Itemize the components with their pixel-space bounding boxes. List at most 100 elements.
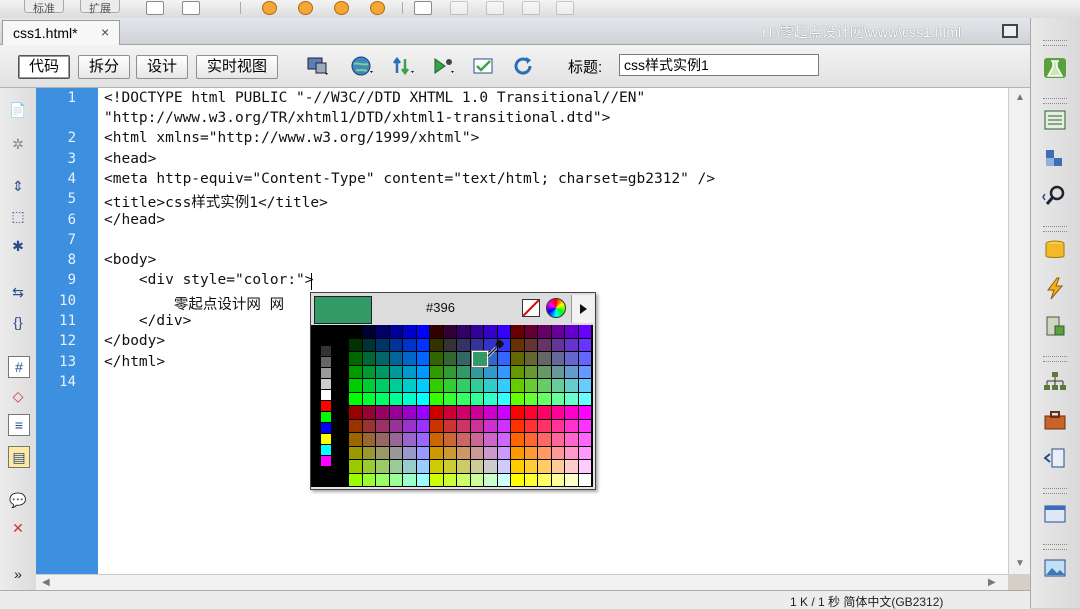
color-swatch[interactable] <box>538 365 552 379</box>
color-swatch[interactable] <box>321 335 332 346</box>
color-swatch[interactable] <box>511 473 525 487</box>
color-swatch[interactable] <box>578 419 592 433</box>
color-swatch[interactable] <box>403 325 417 339</box>
color-swatch[interactable] <box>416 406 430 420</box>
scroll-down-icon[interactable]: ▼ <box>1015 558 1025 569</box>
color-swatch[interactable] <box>484 419 498 433</box>
color-swatch[interactable] <box>443 419 457 433</box>
color-swatch[interactable] <box>470 433 484 447</box>
color-swatch[interactable] <box>321 357 332 368</box>
color-swatch[interactable] <box>551 473 565 487</box>
braces-icon[interactable]: {} <box>8 312 28 332</box>
color-swatch[interactable] <box>403 338 417 352</box>
color-swatch[interactable] <box>497 419 511 433</box>
file-icon[interactable]: 📄 <box>8 100 28 120</box>
color-swatch[interactable] <box>565 419 579 433</box>
color-swatch[interactable] <box>430 446 444 460</box>
color-swatch[interactable] <box>538 419 552 433</box>
color-swatch[interactable] <box>470 325 484 339</box>
color-swatch[interactable] <box>376 433 390 447</box>
color-swatch[interactable] <box>524 365 538 379</box>
color-swatch[interactable] <box>416 365 430 379</box>
color-swatch[interactable] <box>416 433 430 447</box>
color-swatch[interactable] <box>430 392 444 406</box>
color-swatch[interactable] <box>524 433 538 447</box>
color-swatch[interactable] <box>416 446 430 460</box>
color-swatch[interactable] <box>321 434 332 445</box>
sitemap-icon[interactable] <box>1042 370 1068 394</box>
color-swatch[interactable] <box>321 346 332 357</box>
color-swatch[interactable] <box>416 338 430 352</box>
scroll-right-icon[interactable]: ▶ <box>988 577 996 588</box>
color-swatch[interactable] <box>376 379 390 393</box>
toolbox-icon[interactable] <box>1042 408 1068 432</box>
color-swatch[interactable] <box>524 379 538 393</box>
color-swatch[interactable] <box>470 473 484 487</box>
color-swatch[interactable] <box>376 446 390 460</box>
color-swatch[interactable] <box>511 433 525 447</box>
color-swatch[interactable] <box>578 433 592 447</box>
color-swatch[interactable] <box>578 379 592 393</box>
color-swatch[interactable] <box>538 392 552 406</box>
color-swatch[interactable] <box>362 473 376 487</box>
restore-window-icon[interactable] <box>1002 24 1018 38</box>
document-tab[interactable]: css1.html* × <box>2 20 120 45</box>
color-swatch[interactable] <box>551 379 565 393</box>
color-swatch[interactable] <box>376 325 390 339</box>
history-icon[interactable] <box>1042 446 1068 470</box>
color-swatch[interactable] <box>578 352 592 366</box>
color-swatch[interactable] <box>349 406 363 420</box>
color-swatch[interactable] <box>430 325 444 339</box>
color-swatch[interactable] <box>511 352 525 366</box>
css-styles-icon[interactable] <box>1042 108 1068 132</box>
color-swatch[interactable] <box>457 446 471 460</box>
color-swatch[interactable] <box>321 401 332 412</box>
color-swatch[interactable] <box>403 446 417 460</box>
select-tag-icon[interactable]: ⬚ <box>8 206 28 226</box>
refresh-icon[interactable] <box>512 55 536 77</box>
color-swatch[interactable] <box>416 379 430 393</box>
color-swatch[interactable] <box>403 473 417 487</box>
color-swatch[interactable] <box>551 392 565 406</box>
color-swatch[interactable] <box>443 365 457 379</box>
color-swatch[interactable] <box>430 365 444 379</box>
color-swatch[interactable] <box>470 446 484 460</box>
color-swatch[interactable] <box>551 460 565 474</box>
color-swatch[interactable] <box>349 460 363 474</box>
validate-icon[interactable] <box>472 55 496 77</box>
color-swatch[interactable] <box>578 365 592 379</box>
preview-globe-icon[interactable] <box>350 55 374 77</box>
color-swatch[interactable] <box>497 379 511 393</box>
close-icon[interactable]: × <box>101 24 109 40</box>
color-swatch[interactable] <box>416 419 430 433</box>
color-swatch[interactable] <box>524 352 538 366</box>
color-swatch[interactable] <box>565 473 579 487</box>
horizontal-scrollbar[interactable]: ◀ ▶ <box>36 574 1008 591</box>
color-swatch[interactable] <box>578 392 592 406</box>
color-swatch[interactable] <box>457 473 471 487</box>
color-swatch[interactable] <box>565 446 579 460</box>
color-swatch[interactable] <box>443 460 457 474</box>
color-swatch[interactable] <box>389 473 403 487</box>
split-view-button[interactable]: 拆分 <box>78 55 131 79</box>
plugin-icon[interactable] <box>262 1 277 15</box>
color-swatch[interactable] <box>578 473 592 487</box>
color-swatch[interactable] <box>416 325 430 339</box>
scroll-left-icon[interactable]: ◀ <box>42 577 50 588</box>
color-swatch[interactable] <box>376 392 390 406</box>
debug-browser-icon[interactable] <box>432 55 456 77</box>
panel-grip[interactable] <box>1043 544 1067 550</box>
color-swatch[interactable] <box>484 365 498 379</box>
ap-elements-icon[interactable] <box>1042 146 1068 170</box>
color-swatch[interactable] <box>524 419 538 433</box>
color-swatch[interactable] <box>470 419 484 433</box>
color-swatch[interactable] <box>497 433 511 447</box>
color-swatch[interactable] <box>443 352 457 366</box>
color-swatch[interactable] <box>511 419 525 433</box>
design-view-button[interactable]: 设计 <box>136 55 189 79</box>
color-swatch[interactable] <box>403 379 417 393</box>
color-swatch[interactable] <box>484 379 498 393</box>
color-swatch[interactable] <box>416 460 430 474</box>
color-swatch[interactable] <box>430 419 444 433</box>
color-swatch[interactable] <box>484 433 498 447</box>
